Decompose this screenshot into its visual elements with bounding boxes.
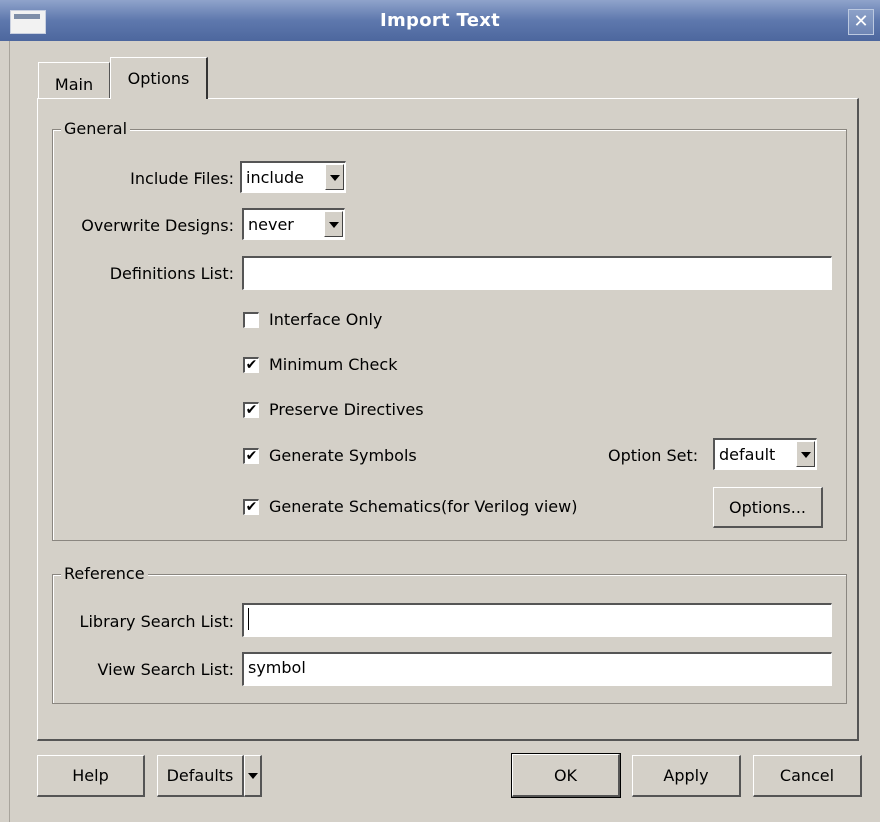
close-icon[interactable]: ✕	[848, 9, 874, 35]
library-search-list-label: Library Search List:	[79, 612, 234, 631]
check-mark-icon[interactable]: ✔	[243, 448, 259, 464]
options-button[interactable]: Options...	[713, 487, 823, 528]
chevron-down-icon[interactable]	[325, 164, 344, 190]
definitions-list-input[interactable]	[242, 256, 832, 290]
chevron-down-icon[interactable]	[796, 441, 815, 467]
minimum-check-label: Minimum Check	[269, 355, 398, 374]
help-button[interactable]: Help	[37, 755, 145, 797]
options-panel: General Include Files: include Overwrite…	[37, 98, 859, 741]
include-files-value: include	[246, 168, 304, 187]
title-bar[interactable]: Import Text ✕	[0, 0, 880, 41]
check-mark-icon[interactable]: ✔	[243, 499, 259, 515]
defaults-button[interactable]: Defaults	[157, 755, 244, 797]
reference-group: Reference Library Search List: View Sear…	[52, 564, 847, 704]
chevron-down-icon[interactable]	[324, 211, 343, 237]
include-files-select[interactable]: include	[240, 161, 346, 193]
reference-group-title: Reference	[61, 564, 148, 583]
check-mark-icon[interactable]: ✔	[243, 402, 259, 418]
overwrite-designs-label: Overwrite Designs:	[81, 216, 234, 235]
generate-schematics-label: Generate Schematics(for Verilog view)	[269, 497, 578, 516]
preserve-directives-label: Preserve Directives	[269, 400, 424, 419]
tab-main[interactable]: Main	[38, 62, 110, 98]
ok-button[interactable]: OK	[511, 753, 621, 798]
tab-options[interactable]: Options	[110, 57, 208, 99]
cancel-button[interactable]: Cancel	[753, 755, 862, 797]
window-title: Import Text	[379, 10, 501, 31]
checkbox-box[interactable]	[243, 312, 259, 328]
general-group: General Include Files: include Overwrite…	[52, 119, 847, 541]
view-search-list-label: View Search List:	[97, 660, 234, 679]
option-set-label: Option Set:	[608, 446, 699, 465]
overwrite-designs-select[interactable]: never	[242, 208, 345, 240]
apply-button[interactable]: Apply	[632, 755, 741, 797]
generate-symbols-label: Generate Symbols	[269, 446, 417, 465]
general-group-title: General	[61, 119, 131, 138]
defaults-menu-button[interactable]	[244, 755, 262, 797]
option-set-value: default	[719, 445, 776, 464]
chevron-down-icon	[248, 773, 258, 779]
include-files-label: Include Files:	[130, 169, 234, 188]
window-edge	[0, 41, 10, 822]
text-cursor	[248, 608, 249, 630]
import-text-dialog: Import Text ✕ Main Options General Inclu…	[0, 0, 880, 822]
check-mark-icon[interactable]: ✔	[243, 357, 259, 373]
option-set-select[interactable]: default	[713, 438, 817, 470]
definitions-list-label: Definitions List:	[109, 264, 234, 283]
library-search-list-input[interactable]	[242, 603, 832, 637]
interface-only-label: Interface Only	[269, 310, 383, 329]
view-search-list-input[interactable]: symbol	[242, 652, 832, 686]
overwrite-designs-value: never	[248, 215, 294, 234]
